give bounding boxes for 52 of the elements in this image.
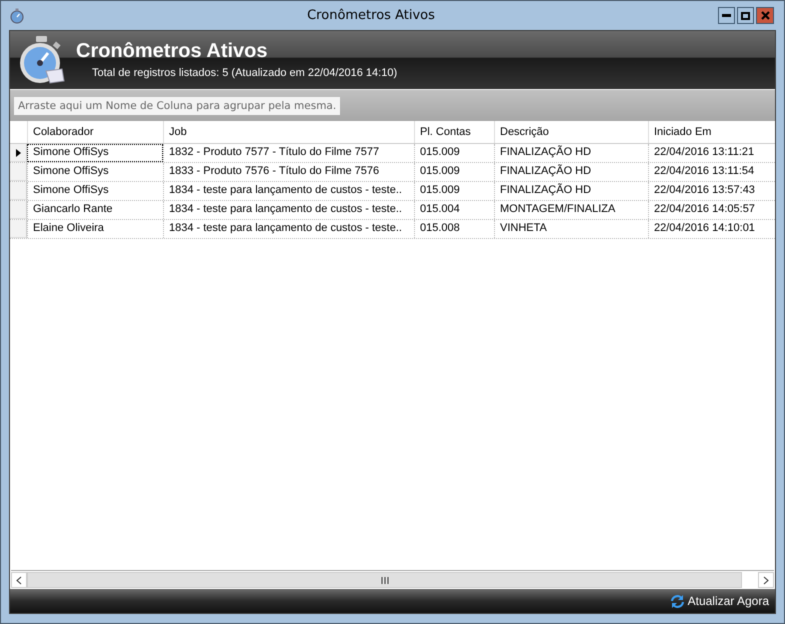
table-cell: FINALIZAÇÃO HD xyxy=(494,182,648,200)
refresh-button[interactable]: Atualizar Agora xyxy=(670,594,769,608)
group-by-drop-area[interactable]: Arraste aqui um Nome de Coluna para agrupar pela mesma. xyxy=(14,96,340,114)
table-cell: 1832 - Produto 7577 - Título do Filme 7577 xyxy=(163,144,414,162)
table-cell: 015.009 xyxy=(414,182,494,200)
table-cell: Simone OffiSys xyxy=(27,182,163,200)
window-title: Cronômetros Ativos xyxy=(306,8,436,23)
table-cell: Elaine Oliveira xyxy=(27,220,163,238)
minimize-icon xyxy=(722,14,731,17)
maximize-button[interactable] xyxy=(737,7,754,24)
table-cell: 015.009 xyxy=(414,163,494,181)
table-cell: MONTAGEM/FINALIZA xyxy=(494,201,648,219)
table-cell: 22/04/2016 14:05:57 xyxy=(648,201,775,219)
scrollbar-thumb[interactable] xyxy=(27,572,742,588)
scroll-right-button[interactable] xyxy=(758,572,774,588)
table-cell: FINALIZAÇÃO HD xyxy=(494,163,648,181)
table-cell: Simone OffiSys xyxy=(27,163,163,181)
table-cell: 1834 - teste para lançamento de custos - teste.. xyxy=(163,201,414,219)
stopwatch-icon xyxy=(18,35,66,85)
table-cell: 22/04/2016 13:57:43 xyxy=(648,182,775,200)
table-cell: 22/04/2016 14:10:01 xyxy=(648,220,775,238)
header-subtitle: Total de registros listados: 5 (Atualizado em 22/04/2016 14:10) xyxy=(92,66,398,78)
column-header[interactable]: Descrição xyxy=(494,121,648,143)
table-cell: 1834 - teste para lançamento de custos - teste.. xyxy=(163,220,414,238)
chevron-left-icon xyxy=(16,576,22,584)
table-cell: 015.008 xyxy=(414,220,494,238)
column-header[interactable]: Pl. Contas xyxy=(414,121,494,143)
table-cell: Simone OffiSys xyxy=(27,144,163,162)
table-cell: 22/04/2016 13:11:21 xyxy=(648,144,775,162)
table-cell: 1834 - teste para lançamento de custos - teste.. xyxy=(163,182,414,200)
row-pointer-icon xyxy=(16,148,20,156)
close-button[interactable] xyxy=(756,7,774,24)
table-cell: FINALIZAÇÃO HD xyxy=(494,144,648,162)
refresh-icon xyxy=(670,594,685,608)
close-icon xyxy=(760,11,770,20)
scroll-left-button[interactable] xyxy=(11,572,27,588)
table-cell: 1833 - Produto 7576 - Título do Filme 7576 xyxy=(163,163,414,181)
table-cell: VINHETA xyxy=(494,220,648,238)
column-header[interactable]: Iniciado Em xyxy=(648,121,775,143)
grip-icon xyxy=(380,576,388,584)
stopwatch-icon xyxy=(10,8,24,24)
table-cell: Giancarlo Rante xyxy=(27,201,163,219)
table-cell: 22/04/2016 13:11:54 xyxy=(648,163,775,181)
table-cell: 015.004 xyxy=(414,201,494,219)
maximize-icon xyxy=(741,12,750,20)
header-title: Cronômetros Ativos xyxy=(76,40,269,62)
minimize-button[interactable] xyxy=(718,7,735,24)
table-cell: 015.009 xyxy=(414,144,494,162)
chevron-right-icon xyxy=(763,576,769,584)
column-header[interactable]: Colaborador xyxy=(27,121,163,143)
column-header[interactable]: Job xyxy=(163,121,414,143)
row-indicator[interactable] xyxy=(10,144,27,162)
